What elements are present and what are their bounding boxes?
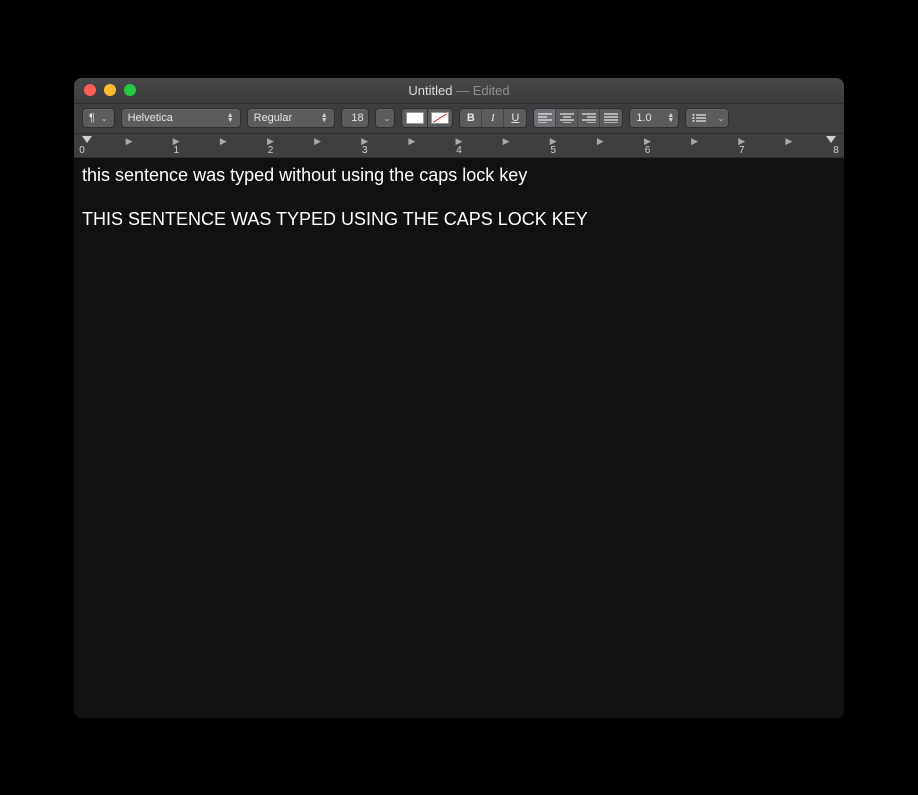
tab-stop-marker[interactable]: ▶ bbox=[408, 136, 415, 147]
align-center-button[interactable] bbox=[556, 109, 578, 127]
tab-stop-marker[interactable]: ▶ bbox=[691, 136, 698, 147]
text-color-swatch[interactable] bbox=[401, 108, 427, 128]
align-left-icon bbox=[538, 113, 552, 123]
no-highlight-icon bbox=[431, 112, 449, 124]
updown-icon: ▲▼ bbox=[321, 113, 328, 123]
tab-stop-marker[interactable]: ▶ bbox=[314, 136, 321, 147]
updown-icon: ▲▼ bbox=[667, 113, 674, 123]
minimize-icon[interactable] bbox=[104, 84, 116, 96]
font-size-field[interactable]: 18 bbox=[341, 108, 369, 128]
tab-stop-marker[interactable]: ▶ bbox=[738, 136, 745, 147]
document-body[interactable]: this sentence was typed without using th… bbox=[74, 158, 844, 718]
document-line: this sentence was typed without using th… bbox=[82, 164, 836, 187]
tab-stop-marker[interactable]: ▶ bbox=[550, 136, 557, 147]
updown-icon: ▲▼ bbox=[227, 113, 234, 123]
align-left-button[interactable] bbox=[534, 109, 556, 127]
tab-stop-marker[interactable]: ▶ bbox=[644, 136, 651, 147]
document-line: THIS SENTENCE WAS TYPED USING THE CAPS L… bbox=[82, 208, 836, 231]
font-weight-value: Regular bbox=[254, 112, 293, 124]
align-justify-icon bbox=[604, 113, 618, 123]
white-swatch-icon bbox=[406, 112, 424, 124]
tab-stop-marker[interactable]: ▶ bbox=[785, 136, 792, 147]
formatting-toolbar: ¶ ⌄ Helvetica ▲▼ Regular ▲▼ 18 ⌄ bbox=[74, 104, 844, 134]
titlebar[interactable]: Untitled — Edited bbox=[74, 78, 844, 104]
window-title: Untitled — Edited bbox=[74, 83, 844, 98]
chevron-down-icon: ⌄ bbox=[384, 114, 391, 123]
align-right-icon bbox=[582, 113, 596, 123]
tab-stop-marker[interactable]: ▶ bbox=[503, 136, 510, 147]
close-icon[interactable] bbox=[84, 84, 96, 96]
pilcrow-icon: ¶ bbox=[89, 112, 95, 124]
tab-stop-marker[interactable]: ▶ bbox=[597, 136, 604, 147]
tab-stop-marker[interactable]: ▶ bbox=[267, 136, 274, 147]
tab-stop-marker[interactable]: ▶ bbox=[361, 136, 368, 147]
color-swatches bbox=[401, 108, 453, 128]
tab-stop-marker[interactable]: ▶ bbox=[126, 136, 133, 147]
zoom-icon[interactable] bbox=[124, 84, 136, 96]
ruler-number: 0 bbox=[79, 145, 85, 156]
list-style-menu[interactable]: ⌄ bbox=[685, 108, 729, 128]
underline-button[interactable]: U bbox=[504, 109, 526, 127]
font-size-stepper[interactable]: ⌄ bbox=[375, 108, 396, 128]
font-weight-select[interactable]: Regular ▲▼ bbox=[247, 108, 335, 128]
document-name: Untitled bbox=[408, 83, 452, 98]
align-justify-button[interactable] bbox=[600, 109, 622, 127]
chevron-down-icon: ⌄ bbox=[718, 114, 725, 123]
highlight-color-swatch[interactable] bbox=[427, 108, 453, 128]
font-size-value: 18 bbox=[351, 112, 363, 124]
font-family-value: Helvetica bbox=[128, 112, 173, 124]
align-center-icon bbox=[560, 113, 574, 123]
font-family-select[interactable]: Helvetica ▲▼ bbox=[121, 108, 241, 128]
ruler-track: 012345678▶▶▶▶▶▶▶▶▶▶▶▶▶▶▶ bbox=[82, 134, 836, 157]
tab-stop-marker[interactable]: ▶ bbox=[456, 136, 463, 147]
alignment-group bbox=[533, 108, 623, 128]
textedit-window: Untitled — Edited ¶ ⌄ Helvetica ▲▼ Regul… bbox=[74, 78, 844, 718]
bold-button[interactable]: B bbox=[460, 109, 482, 127]
line-spacing-value: 1.0 bbox=[636, 112, 651, 124]
tab-stop-marker[interactable]: ▶ bbox=[173, 136, 180, 147]
line-spacing-select[interactable]: 1.0 ▲▼ bbox=[629, 108, 679, 128]
document-status: — Edited bbox=[456, 83, 509, 98]
align-right-button[interactable] bbox=[578, 109, 600, 127]
ruler-number: 8 bbox=[833, 145, 839, 156]
list-icon bbox=[692, 113, 706, 123]
text-style-group: B I U bbox=[459, 108, 527, 128]
italic-button[interactable]: I bbox=[482, 109, 504, 127]
paragraph-style-menu[interactable]: ¶ ⌄ bbox=[82, 108, 115, 128]
chevron-down-icon: ⌄ bbox=[101, 114, 108, 123]
tab-stop-marker[interactable]: ▶ bbox=[220, 136, 227, 147]
window-controls bbox=[74, 84, 136, 96]
ruler[interactable]: 012345678▶▶▶▶▶▶▶▶▶▶▶▶▶▶▶ bbox=[74, 134, 844, 158]
